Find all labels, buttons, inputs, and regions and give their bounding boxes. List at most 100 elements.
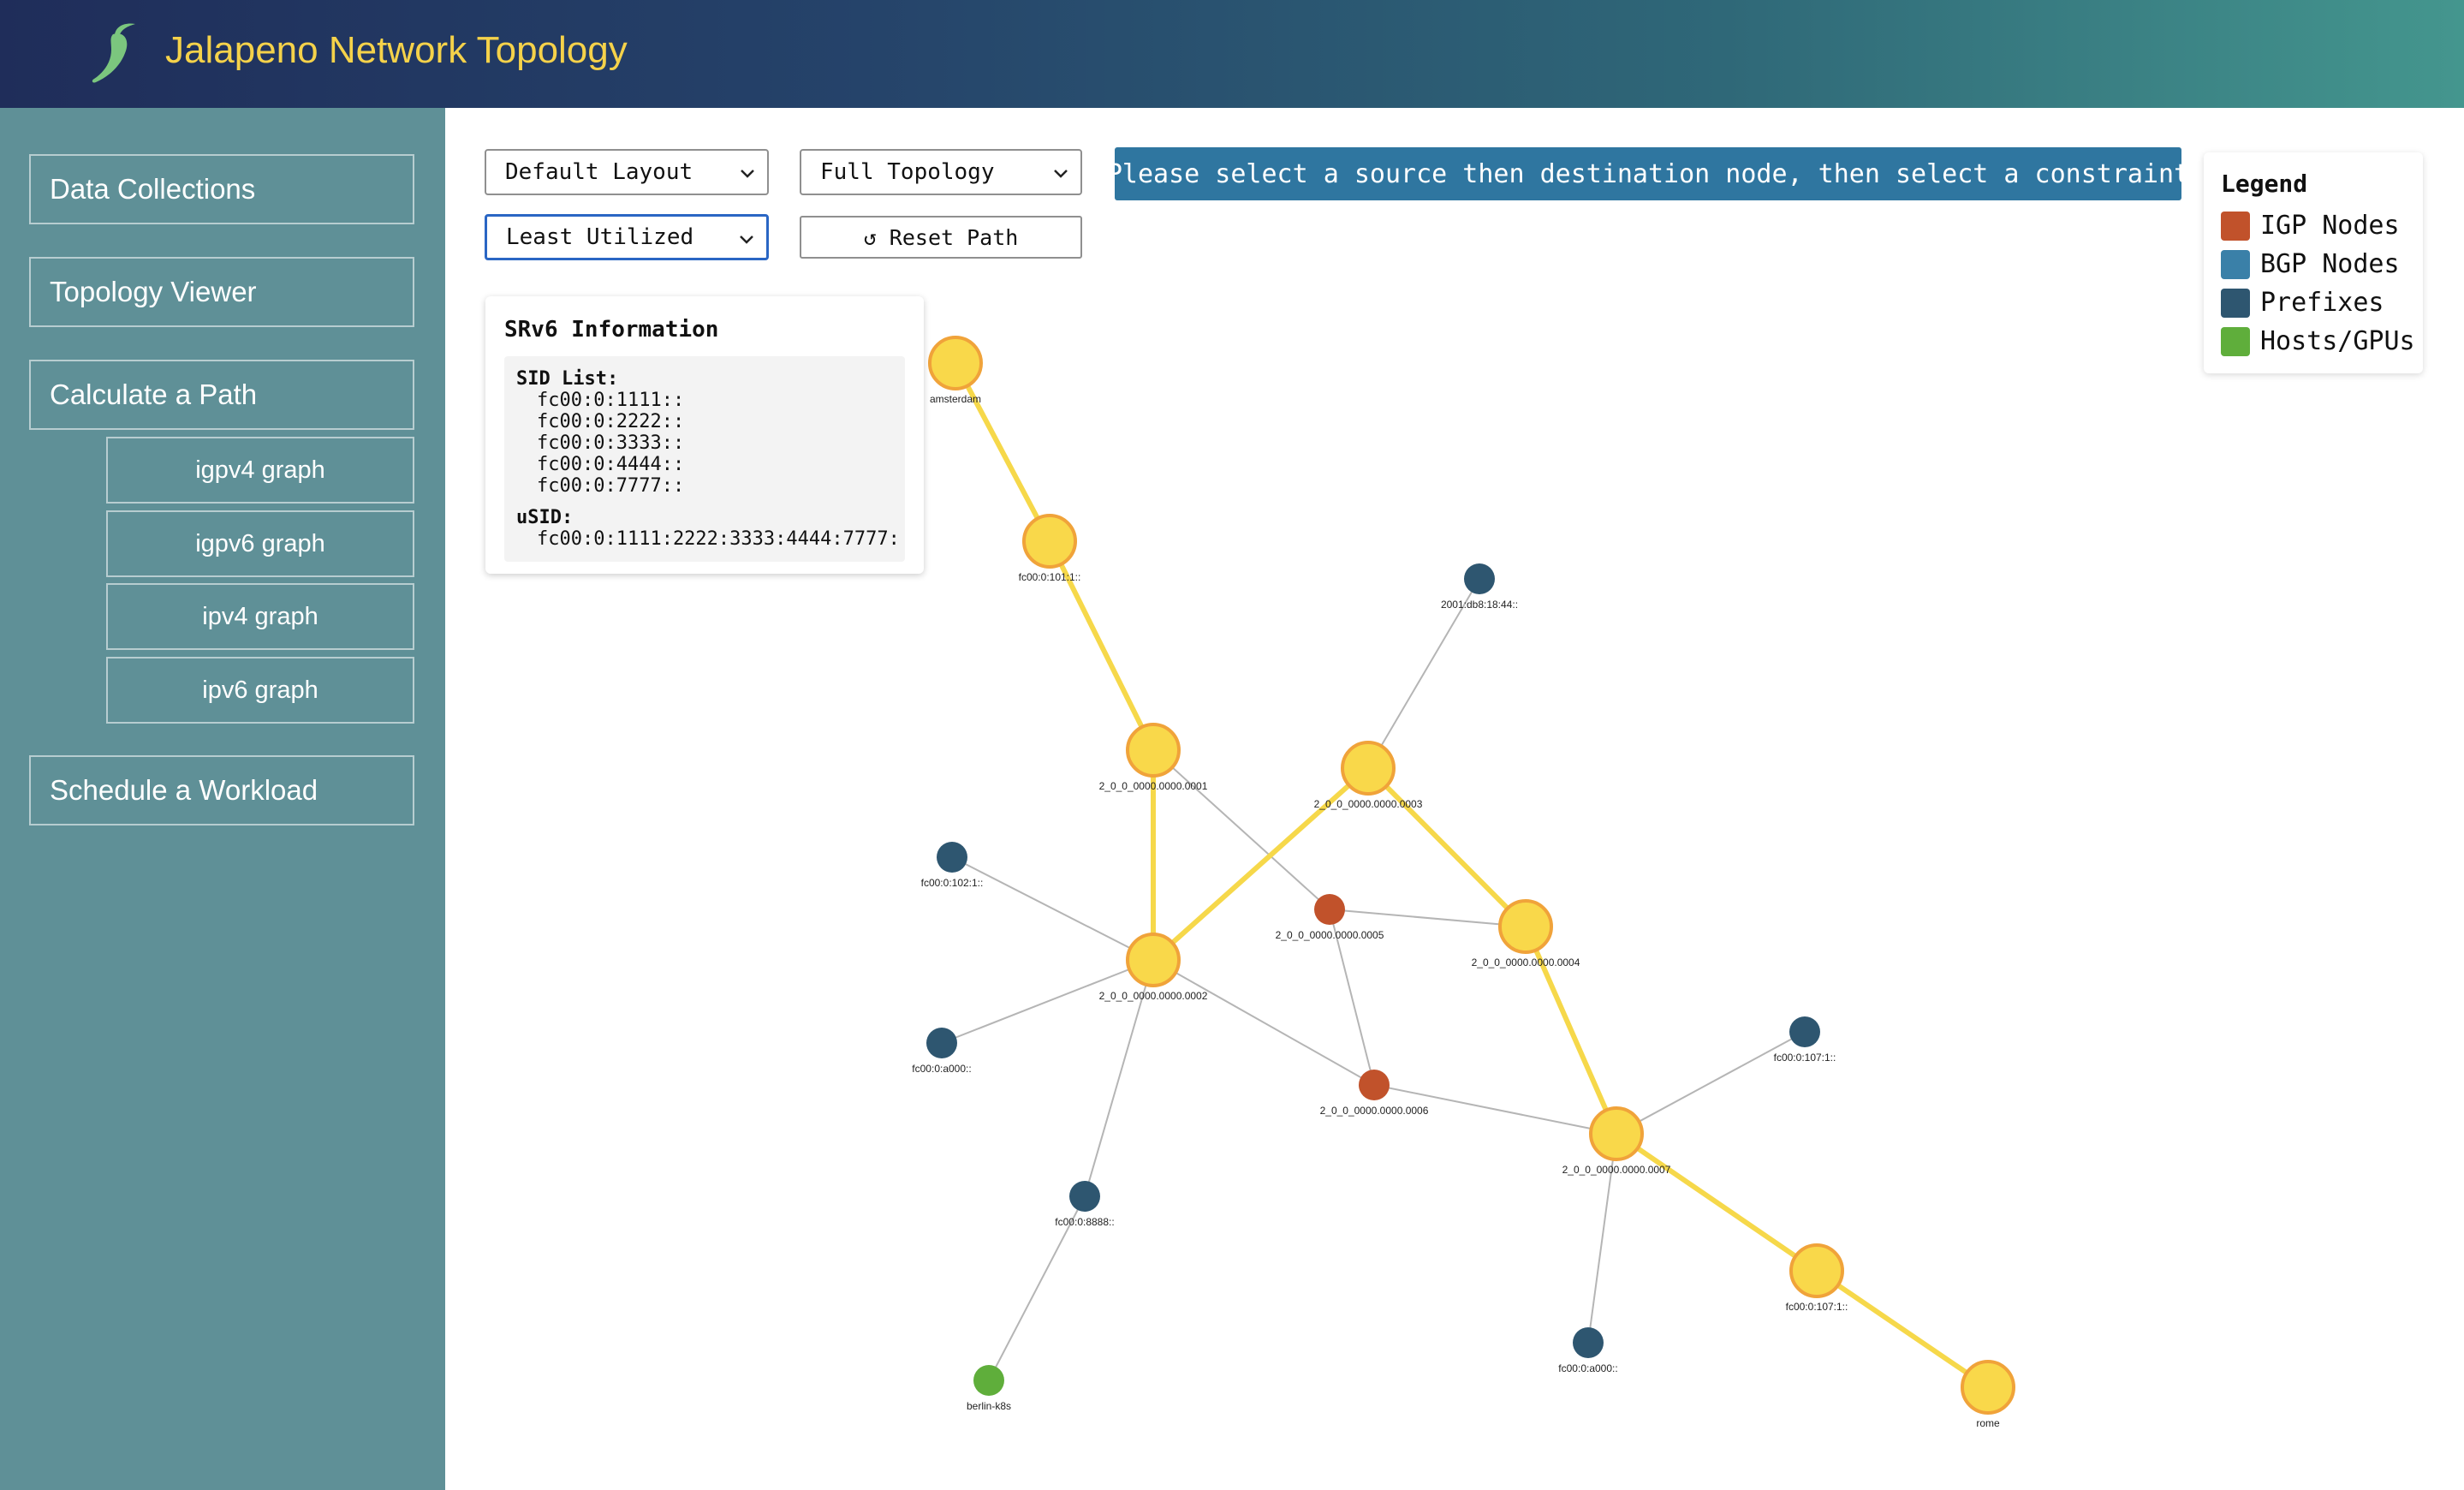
- node-circle[interactable]: [1573, 1327, 1604, 1358]
- graph-node-n0007[interactable]: 2_0_0_0000.0000.0007: [1562, 1106, 1671, 1176]
- sid-item: fc00:0:2222::: [537, 411, 685, 432]
- graph-node-n107[interactable]: fc00:0:107:1::: [1774, 1016, 1836, 1064]
- node-label: berlin-k8s: [967, 1400, 1011, 1412]
- graph-node-n0001[interactable]: 2_0_0_0000.0000.0001: [1099, 723, 1208, 792]
- legend-swatch-prefixes: [2221, 288, 2250, 318]
- sid-item: fc00:0:7777::: [537, 475, 685, 497]
- legend-item-bgp: BGP Nodes: [2221, 245, 2423, 283]
- node-label: fc00:0:a000::: [912, 1063, 971, 1075]
- sid-item: fc00:0:3333::: [537, 432, 685, 454]
- usid-value: fc00:0:1111:2222:3333:4444:7777:: [537, 528, 900, 550]
- node-circle[interactable]: [937, 842, 967, 873]
- legend-item-hosts: Hosts/GPUs: [2221, 322, 2423, 361]
- node-circle[interactable]: [1022, 514, 1077, 569]
- topology-graph[interactable]: amsterdamfc00:0:101:1::2001:db8:18:44::2…: [0, 0, 2464, 1490]
- graph-edge: [951, 856, 1154, 961]
- node-circle[interactable]: [1789, 1016, 1820, 1047]
- path-edge: [1366, 766, 1528, 929]
- legend-swatch-bgp: [2221, 249, 2250, 279]
- usid-label: uSID:: [516, 507, 574, 528]
- node-circle[interactable]: [1961, 1360, 2015, 1415]
- graph-node-n2001[interactable]: 2001:db8:18:44::: [1441, 563, 1518, 611]
- node-label: 2001:db8:18:44::: [1441, 599, 1518, 611]
- node-label: rome: [1976, 1417, 2000, 1429]
- legend-label: BGP Nodes: [2260, 249, 2400, 279]
- legend-swatch-hosts: [2221, 326, 2250, 356]
- topology-select[interactable]: Full Topology: [800, 149, 1082, 195]
- graph-edge: [1616, 1031, 1806, 1135]
- constraint-select-value: Least Utilized: [506, 224, 694, 250]
- legend-swatch-igp: [2221, 211, 2250, 241]
- graph-node-berlin[interactable]: berlin-k8s: [967, 1365, 1011, 1412]
- node-label: 2_0_0_0000.0000.0006: [1320, 1105, 1429, 1117]
- graph-node-amsterdam[interactable]: amsterdam: [928, 336, 983, 405]
- reset-path-button[interactable]: ↺ Reset Path: [800, 216, 1082, 259]
- chevron-down-icon: [741, 170, 754, 178]
- node-label: 2_0_0_0000.0000.0002: [1099, 990, 1208, 1002]
- sid-item: fc00:0:1111::: [537, 390, 685, 411]
- legend-label: Hosts/GPUs: [2260, 326, 2415, 356]
- legend-label: Prefixes: [2260, 288, 2384, 318]
- topology-select-value: Full Topology: [820, 159, 995, 185]
- node-circle[interactable]: [1126, 933, 1181, 987]
- chevron-down-icon: [740, 235, 753, 244]
- graph-node-n0004[interactable]: 2_0_0_0000.0000.0004: [1472, 899, 1580, 968]
- chevron-down-icon: [1054, 170, 1068, 178]
- path-edge: [1815, 1268, 1990, 1390]
- node-circle[interactable]: [973, 1365, 1004, 1396]
- node-label: fc00:0:101:1::: [1019, 571, 1081, 583]
- node-label: 2_0_0_0000.0000.0003: [1314, 798, 1423, 810]
- node-circle[interactable]: [1589, 1106, 1644, 1161]
- node-label: 2_0_0_0000.0000.0005: [1276, 929, 1384, 941]
- node-label: fc00:0:102:1::: [921, 877, 984, 889]
- layout-select[interactable]: Default Layout: [485, 149, 769, 195]
- graph-node-n0005[interactable]: 2_0_0_0000.0000.0005: [1276, 894, 1384, 941]
- legend-item-igp: IGP Nodes: [2221, 206, 2423, 245]
- legend-item-prefixes: Prefixes: [2221, 283, 2423, 322]
- node-circle[interactable]: [1341, 741, 1396, 796]
- legend-label: IGP Nodes: [2260, 211, 2400, 241]
- node-label: fc00:0:107:1::: [1774, 1052, 1836, 1064]
- node-circle[interactable]: [1359, 1070, 1390, 1100]
- sid-list-label: SID List:: [516, 368, 619, 390]
- srv6-info-panel: SRv6 Information SID List: fc00:0:1111::…: [485, 296, 924, 574]
- graph-edge: [1329, 909, 1527, 927]
- node-circle[interactable]: [1314, 894, 1345, 925]
- node-label: fc00:0:a000::: [1558, 1362, 1617, 1374]
- graph-node-n0002[interactable]: 2_0_0_0000.0000.0002: [1099, 933, 1208, 1002]
- legend-title: Legend: [2221, 170, 2308, 198]
- node-label: 2_0_0_0000.0000.0007: [1562, 1164, 1671, 1176]
- instruction-banner: Please select a source then destination …: [1107, 147, 2189, 200]
- node-circle[interactable]: [1464, 563, 1495, 594]
- node-label: fc00:0:8888::: [1055, 1216, 1114, 1228]
- layout-select-value: Default Layout: [505, 159, 693, 185]
- node-label: 2_0_0_0000.0000.0004: [1472, 957, 1580, 968]
- srv6-title: SRv6 Information: [504, 317, 719, 343]
- node-circle[interactable]: [1126, 723, 1181, 778]
- srv6-body: SID List: fc00:0:1111:: fc00:0:2222:: fc…: [504, 356, 905, 562]
- graph-node-n8888[interactable]: fc00:0:8888::: [1055, 1181, 1115, 1228]
- graph-edge: [1152, 959, 1375, 1086]
- graph-edge: [1152, 749, 1330, 910]
- node-label: 2_0_0_0000.0000.0001: [1099, 780, 1208, 792]
- graph-node-n0003[interactable]: 2_0_0_0000.0000.0003: [1314, 741, 1423, 810]
- node-label: fc00:0:107:1::: [1786, 1301, 1848, 1313]
- node-circle[interactable]: [1069, 1181, 1100, 1212]
- node-circle[interactable]: [1498, 899, 1553, 954]
- node-circle[interactable]: [926, 1028, 957, 1058]
- path-edge: [1615, 1131, 1818, 1273]
- graph-node-n101[interactable]: fc00:0:101:1::: [1019, 514, 1081, 583]
- constraint-select[interactable]: Least Utilized: [485, 214, 769, 260]
- legend: Legend IGP Nodes BGP Nodes Prefixes Host…: [2204, 152, 2423, 373]
- graph-nodes: amsterdamfc00:0:101:1::2001:db8:18:44::2…: [912, 336, 2015, 1429]
- graph-node-n107b[interactable]: fc00:0:107:1::: [1786, 1243, 1848, 1313]
- graph-edges: [941, 361, 1990, 1390]
- sid-item: fc00:0:4444::: [537, 454, 685, 475]
- node-label: amsterdam: [930, 393, 981, 405]
- node-circle[interactable]: [928, 336, 983, 390]
- node-circle[interactable]: [1789, 1243, 1844, 1298]
- graph-node-rome[interactable]: rome: [1961, 1360, 2015, 1429]
- path-edge: [953, 361, 1052, 543]
- graph-node-n102[interactable]: fc00:0:102:1::: [921, 842, 984, 889]
- graph-node-na000b[interactable]: fc00:0:a000::: [1558, 1327, 1618, 1374]
